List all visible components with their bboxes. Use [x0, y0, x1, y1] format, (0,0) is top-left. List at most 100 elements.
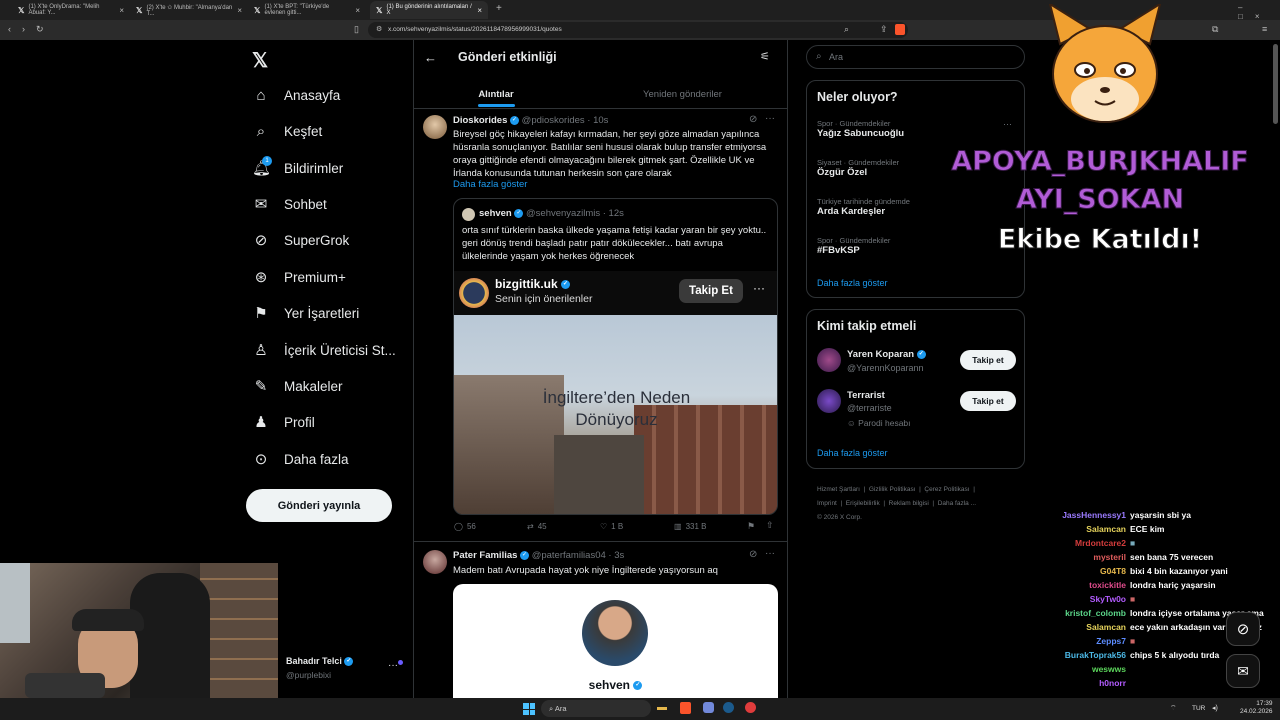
close-icon[interactable]: ×: [119, 6, 124, 15]
bookmark-page-icon[interactable]: ▯: [354, 24, 359, 35]
like-button[interactable]: ♡ 1 B: [600, 522, 623, 531]
follow-button[interactable]: Takip et: [960, 350, 1016, 370]
footer-link[interactable]: Reklam bilgisi: [889, 500, 929, 507]
steam-icon[interactable]: [723, 702, 734, 713]
search-box[interactable]: ⌕ Ara: [806, 45, 1025, 69]
suggest-name[interactable]: Terrarist: [847, 390, 885, 401]
discord-icon[interactable]: [703, 702, 714, 713]
nav-item-profile[interactable]: ♟ Profil: [252, 410, 315, 434]
obs-icon[interactable]: [745, 702, 756, 713]
suggest-name[interactable]: Yaren Koparan ✓: [847, 349, 926, 360]
volume-icon[interactable]: ◂): [1212, 704, 1218, 712]
taskbar-search[interactable]: ⌕ Ara: [541, 700, 651, 717]
grok-explain-icon[interactable]: ⊘: [749, 114, 757, 125]
settings-sliders-icon[interactable]: ⚟: [760, 50, 770, 63]
x-logo-icon[interactable]: 𝕏: [252, 48, 268, 73]
scrollbar-thumb[interactable]: [1273, 44, 1278, 124]
trend-item[interactable]: Spor · Gündemdekiler #FBvKSP: [817, 236, 890, 256]
close-icon[interactable]: ×: [477, 6, 482, 15]
tweet-more-icon[interactable]: ···: [765, 113, 775, 124]
menu-icon[interactable]: ≡: [1262, 24, 1267, 34]
file-explorer-icon[interactable]: ▬: [657, 702, 667, 713]
brave-browser-icon[interactable]: [680, 702, 691, 714]
windows-start-icon[interactable]: [523, 703, 535, 715]
nav-item-supergrok[interactable]: ⊘ SuperGrok: [252, 228, 350, 252]
follow-show-more[interactable]: Daha fazla göster: [817, 448, 888, 458]
close-icon[interactable]: ×: [237, 6, 242, 15]
nav-item-chat[interactable]: ✉ Sohbet: [252, 192, 327, 216]
trend-more-icon[interactable]: ···: [1003, 119, 1012, 129]
avatar[interactable]: [817, 348, 841, 372]
back-icon[interactable]: ‹: [8, 24, 11, 34]
video-follow-button[interactable]: Takip Et: [679, 279, 743, 303]
avatar[interactable]: [423, 550, 447, 574]
follow-button[interactable]: Takip et: [960, 391, 1016, 411]
site-info-icon[interactable]: ⚙: [376, 25, 382, 33]
nav-item-bookmarks[interactable]: ⚑ Yer İşaretleri: [252, 301, 359, 325]
trend-item[interactable]: Siyaset · Gündemdekiler Özgür Özel: [817, 158, 899, 178]
share-icon[interactable]: ⇧: [766, 520, 774, 531]
grok-float-icon[interactable]: ⊘: [1226, 612, 1260, 646]
footer-link[interactable]: Çerez Politikası: [924, 486, 969, 493]
new-tab-icon[interactable]: +: [496, 3, 502, 14]
reply-button[interactable]: ◯ 56: [454, 522, 476, 531]
browser-tab[interactable]: 𝕏 (1) X'te BPT: "Türkiye'de evlenen gitti…: [248, 1, 366, 19]
close-icon[interactable]: ×: [355, 6, 360, 15]
author-name[interactable]: Dioskorides: [453, 115, 507, 126]
tweet-more-icon[interactable]: ···: [765, 548, 775, 559]
reload-icon[interactable]: ↻: [36, 24, 44, 35]
language-indicator[interactable]: TUR: [1192, 705, 1205, 712]
nav-item-premium[interactable]: ⊛ Premium+: [252, 265, 346, 289]
back-arrow-icon[interactable]: ←: [424, 50, 437, 65]
trend-item[interactable]: Türkiye tarihinde gündemde Arda Kardeşler: [817, 197, 910, 217]
author-handle[interactable]: @pdioskorides: [522, 115, 585, 126]
extensions-icon[interactable]: ⧉: [1212, 24, 1218, 35]
tweet-time[interactable]: 10s: [593, 115, 608, 126]
bookmark-icon[interactable]: ⚑: [747, 521, 755, 532]
video-more-icon[interactable]: ···: [753, 281, 765, 295]
views-button[interactable]: ▥ 331 B: [674, 522, 706, 531]
share-icon[interactable]: ⇪: [880, 24, 888, 35]
trend-item[interactable]: Spor · Gündemdekiler Yağız Sabuncuoğlu: [817, 119, 904, 139]
account-name[interactable]: Bahadır Telci ✓: [286, 656, 354, 667]
nav-item-articles[interactable]: ✎ Makaleler: [252, 374, 343, 398]
trends-show-more[interactable]: Daha fazla göster: [817, 278, 888, 288]
search-input[interactable]: Ara: [829, 52, 843, 62]
tab-reposts[interactable]: Yeniden gönderiler: [578, 80, 787, 108]
url-field[interactable]: x.com/sehvenyazilmis/status/202611847895…: [368, 22, 908, 38]
footer-link[interactable]: Gizlilik Politikası: [869, 486, 916, 493]
footer-link[interactable]: Erişilebilirlik: [846, 500, 880, 507]
avatar[interactable]: [423, 115, 447, 139]
author-name[interactable]: Pater Familias: [453, 550, 517, 561]
embedded-card[interactable]: sehven ✓: [453, 584, 778, 698]
brave-shield-icon[interactable]: [895, 24, 905, 35]
messages-float-icon[interactable]: ✉: [1226, 654, 1260, 688]
video-player[interactable]: İngiltere’den Neden Dönüyoruz bizgittik.…: [454, 271, 777, 514]
show-more-link[interactable]: Daha fazla göster: [453, 179, 527, 190]
footer-link[interactable]: Daha fazla ...: [938, 500, 976, 507]
browser-tab[interactable]: 𝕏 (1) X'te OnlyDrama: "Melih Abuaf: Y... ×: [12, 1, 130, 19]
zoom-icon[interactable]: ⌕: [844, 24, 849, 35]
nav-item-creator-studio[interactable]: ♙ İçerik Üreticisi St...: [252, 338, 396, 362]
nav-item-notifications[interactable]: 🔔︎ 1 Bildirimler: [252, 156, 343, 180]
tweet-time[interactable]: 3s: [614, 550, 624, 561]
post-button[interactable]: Gönderi yayınla: [246, 489, 392, 522]
footer-link[interactable]: Hizmet Şartları: [817, 486, 860, 493]
grok-explain-icon[interactable]: ⊘: [749, 549, 757, 560]
footer-link[interactable]: Imprint: [817, 500, 837, 507]
quoted-tweet[interactable]: sehven ✓ @sehvenyazilmis · 12s orta sını…: [453, 198, 778, 515]
browser-tab-active[interactable]: 𝕏 (1) Bu gönderinin alıntılamaları / X ×: [370, 1, 488, 19]
nav-item-explore[interactable]: ⌕ Keşfet: [252, 119, 322, 143]
forward-icon[interactable]: ›: [22, 24, 25, 34]
x-logo-icon: 𝕏: [136, 5, 143, 15]
window-controls[interactable]: –□×: [1238, 3, 1280, 21]
repost-button[interactable]: ⇄ 45: [527, 522, 547, 531]
browser-tab[interactable]: 𝕏 (2) X'te ✩ Muhbir: "Almanya'dan T... ×: [130, 1, 248, 19]
wifi-icon[interactable]: ⌔: [1170, 704, 1177, 713]
clock[interactable]: 17:39 24.02.2026: [1240, 700, 1273, 716]
account-more-icon[interactable]: ···: [388, 660, 398, 671]
nav-item-home[interactable]: ⌂ Anasayfa: [252, 83, 340, 107]
author-handle[interactable]: @paterfamilias04: [532, 550, 606, 561]
nav-item-more[interactable]: ⊙ Daha fazla: [252, 447, 349, 471]
avatar[interactable]: [817, 389, 841, 413]
